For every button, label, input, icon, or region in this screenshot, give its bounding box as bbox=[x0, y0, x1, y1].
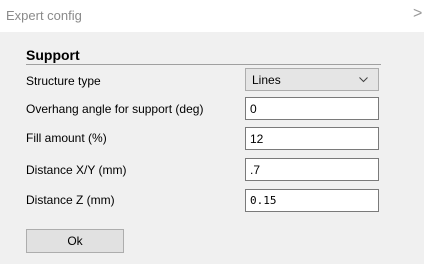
overhang-angle-label: Overhang angle for support (deg) bbox=[26, 102, 204, 116]
title-bar: Expert config > bbox=[0, 0, 424, 32]
distance-z-label: Distance Z (mm) bbox=[26, 193, 115, 207]
distance-z-input[interactable] bbox=[245, 189, 379, 212]
structure-type-label: Structure type bbox=[26, 74, 101, 88]
overhang-angle-input[interactable] bbox=[245, 97, 379, 120]
section-title: Support bbox=[26, 47, 80, 63]
structure-type-select[interactable]: Lines bbox=[245, 68, 379, 91]
ok-button[interactable]: Ok bbox=[26, 229, 124, 253]
distance-xy-input[interactable] bbox=[245, 158, 379, 181]
fill-amount-input[interactable] bbox=[245, 127, 379, 150]
close-icon[interactable]: > bbox=[413, 6, 422, 22]
distance-xy-label: Distance X/Y (mm) bbox=[26, 163, 127, 177]
structure-type-value: Lines bbox=[252, 73, 281, 87]
fill-amount-label: Fill amount (%) bbox=[26, 131, 107, 145]
chevron-down-icon bbox=[359, 77, 368, 83]
window-title: Expert config bbox=[6, 8, 82, 23]
section-divider bbox=[26, 64, 381, 65]
